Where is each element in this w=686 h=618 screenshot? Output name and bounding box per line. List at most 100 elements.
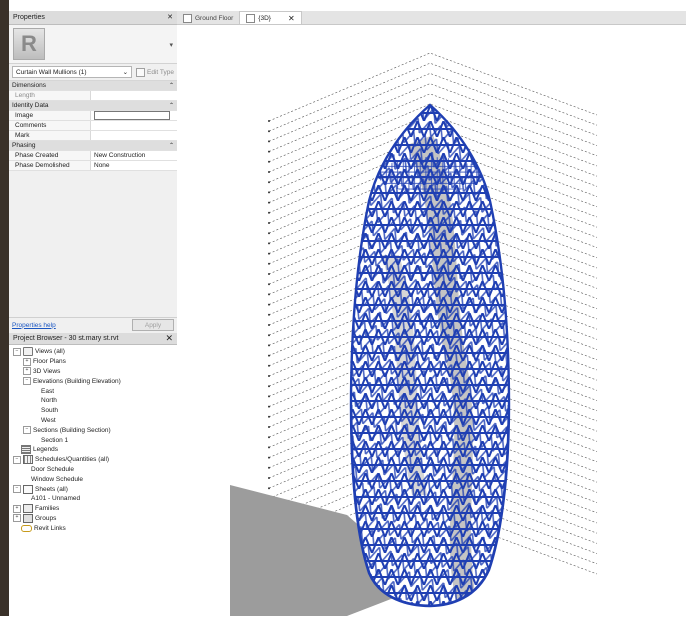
tree-item-3d-views[interactable]: +3D Views xyxy=(9,367,177,377)
type-selector-value: Curtain Wall Mullions (1) xyxy=(16,68,87,76)
3d-view-canvas[interactable] xyxy=(177,25,686,616)
property-name: Phase Created xyxy=(9,150,91,161)
level-marker xyxy=(268,487,270,490)
tree-item-label: Window Schedule xyxy=(31,475,84,483)
tree-item-north[interactable]: North xyxy=(9,396,177,406)
level-marker xyxy=(268,293,270,296)
tree-item-views-all[interactable]: − Views (all) xyxy=(9,347,177,357)
level-marker xyxy=(268,283,270,286)
property-row: Comments xyxy=(9,120,177,131)
tree-item-east[interactable]: East xyxy=(9,386,177,396)
property-name: Comments xyxy=(9,120,91,131)
property-name: Phase Demolished xyxy=(9,160,91,171)
collapse-icon[interactable]: − xyxy=(23,377,31,386)
tree-item-label: Floor Plans xyxy=(33,358,66,366)
comments-field[interactable] xyxy=(90,120,177,131)
collapse-icon[interactable]: ⌃ xyxy=(90,140,177,151)
tree-item-label: Section 1 xyxy=(41,436,69,444)
category-label: Phasing xyxy=(9,140,91,151)
level-marker xyxy=(268,385,270,388)
tree-item-label: A101 - Unnamed xyxy=(31,495,81,503)
tree-item-a101-unnamed[interactable]: A101 - Unnamed xyxy=(9,494,177,504)
property-row: Phase Created New Construction xyxy=(9,150,177,161)
collapse-icon[interactable]: ⌃ xyxy=(90,100,177,111)
tree-item-sections-building-section[interactable]: − Sections (Building Section) xyxy=(9,425,177,435)
tree-item-legends[interactable]: Legends xyxy=(9,445,177,455)
collapse-icon[interactable]: − xyxy=(13,347,21,356)
properties-help-link[interactable]: Properties help xyxy=(12,322,56,329)
sched-icon xyxy=(23,455,33,465)
image-field-cell xyxy=(90,110,177,121)
category-identity-data[interactable]: Identity Data ⌃ xyxy=(9,100,177,111)
tree-item-label: Legends xyxy=(33,446,58,454)
level-marker xyxy=(268,313,270,316)
level-marker xyxy=(268,405,270,408)
chevron-down-icon[interactable]: ▾ xyxy=(169,41,173,49)
tree-item-window-schedule[interactable]: Window Schedule xyxy=(9,474,177,484)
tree-item-revit-links[interactable]: Revit Links xyxy=(9,523,177,533)
tree-item-schedules-quantities-all[interactable]: − Schedules/Quantities (all) xyxy=(9,455,177,465)
phase-created-field[interactable]: New Construction xyxy=(90,150,177,161)
level-marker xyxy=(268,262,270,265)
apply-button[interactable]: Apply xyxy=(132,319,174,331)
close-icon[interactable]: ✕ xyxy=(165,334,173,343)
properties-palette: Properties ✕ R ▾ Curtain Wall Mullions (… xyxy=(9,11,178,333)
level-marker xyxy=(268,395,270,398)
tree-item-label: Views (all) xyxy=(35,348,65,356)
category-phasing[interactable]: Phasing ⌃ xyxy=(9,140,177,151)
tree-item-label: Families xyxy=(35,505,60,513)
close-tab-icon[interactable]: ✕ xyxy=(288,14,295,23)
tree-item-label: 3D Views xyxy=(33,367,61,375)
tree-item-families[interactable]: + Families xyxy=(9,504,177,514)
sheet-icon xyxy=(23,484,33,494)
expand-icon[interactable]: + xyxy=(13,514,21,523)
collapse-icon[interactable]: − xyxy=(23,426,31,435)
level-marker xyxy=(268,426,270,428)
level-marker xyxy=(268,181,270,184)
expand-icon[interactable]: + xyxy=(13,504,21,513)
property-row: Phase Demolished None xyxy=(9,160,177,171)
tab-label: Ground Floor xyxy=(195,14,234,22)
tree-item-label: Groups xyxy=(35,514,57,522)
tree-item-south[interactable]: South xyxy=(9,406,177,416)
mark-field[interactable] xyxy=(90,130,177,141)
tree-item-groups[interactable]: + Groups xyxy=(9,513,177,524)
properties-header: Properties ✕ xyxy=(9,11,177,25)
tree-item-label: Revit Links xyxy=(34,524,66,532)
expand-icon[interactable]: + xyxy=(23,357,31,366)
tree-item-west[interactable]: West xyxy=(9,416,177,426)
project-browser: Project Browser - 30 st.mary st.rvt ✕ − V… xyxy=(9,333,178,616)
tree-item-door-schedule[interactable]: Door Schedule xyxy=(9,465,177,475)
level-marker xyxy=(268,232,270,235)
collapse-icon[interactable]: ⌃ xyxy=(90,81,177,91)
edit-type-label: Edit Type xyxy=(147,68,174,76)
image-field[interactable] xyxy=(94,111,170,120)
property-name: Length xyxy=(9,90,91,101)
level-marker xyxy=(268,252,270,255)
fam-icon xyxy=(23,504,33,514)
edit-type-button[interactable]: Edit Type xyxy=(136,67,174,77)
collapse-icon[interactable]: − xyxy=(13,455,21,464)
tree-item-floor-plans[interactable]: + Floor Plans xyxy=(9,357,177,367)
tree-item-sheets-all[interactable]: − Sheets (all) xyxy=(9,484,177,494)
type-selector[interactable]: Curtain Wall Mullions (1) ⌄ xyxy=(12,66,133,78)
tree-item-elevations-building-elevation[interactable]: − Elevations (Building Elevation) xyxy=(9,376,177,386)
level-marker xyxy=(268,160,270,163)
level-marker xyxy=(268,415,270,418)
level-marker xyxy=(268,466,270,469)
expand-icon[interactable]: + xyxy=(23,367,31,376)
tab-3d[interactable]: {3D} ✕ xyxy=(239,11,302,24)
category-dimensions[interactable]: Dimensions ⌃ xyxy=(9,81,177,91)
close-icon[interactable]: ✕ xyxy=(167,13,173,22)
property-row: Length xyxy=(9,90,177,101)
tree-item-label: Sheets (all) xyxy=(35,485,68,493)
tree-item-label: East xyxy=(41,387,55,395)
tree-item-label: Elevations (Building Elevation) xyxy=(33,377,121,385)
views-icon xyxy=(23,347,33,357)
phase-demolished-field[interactable]: None xyxy=(90,160,177,171)
tab-ground-floor[interactable]: Ground Floor xyxy=(177,12,239,24)
tree-item-section-1[interactable]: Section 1 xyxy=(9,435,177,445)
collapse-icon[interactable]: − xyxy=(13,485,21,494)
legend-icon xyxy=(21,445,31,455)
property-row: Image xyxy=(9,110,177,121)
